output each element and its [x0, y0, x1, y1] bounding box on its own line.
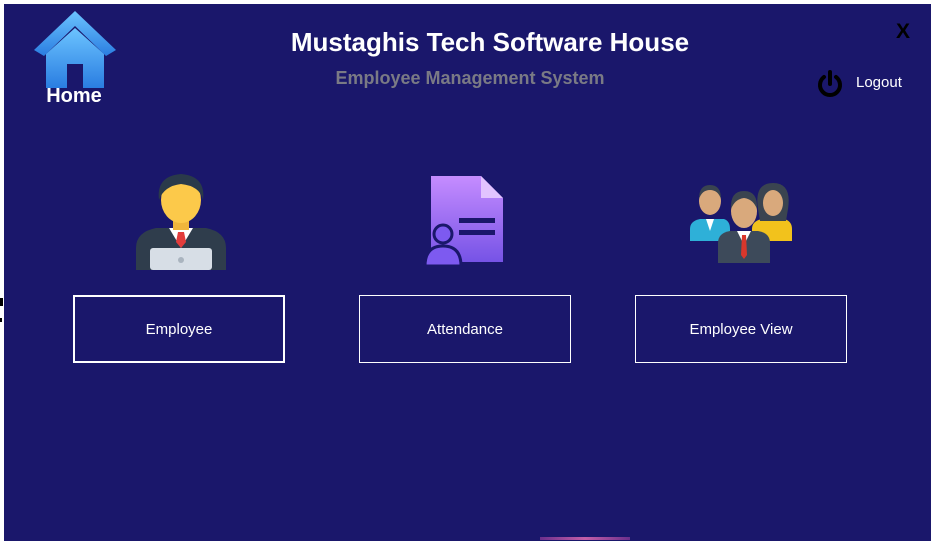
- home-label[interactable]: Home: [34, 85, 114, 108]
- app-window: X Home Mustaghis Tech Software House Emp…: [4, 4, 931, 541]
- attendance-button[interactable]: Attendance: [359, 295, 571, 363]
- power-icon[interactable]: [815, 69, 845, 99]
- app-subtitle: Employee Management System: [335, 68, 605, 88]
- background-fragment: [0, 318, 2, 322]
- employee-view-button[interactable]: Employee View: [635, 295, 847, 363]
- home-icon[interactable]: [31, 8, 119, 90]
- background-fragment: [0, 298, 3, 306]
- team-icon: [690, 183, 792, 263]
- logout-label[interactable]: Logout: [856, 74, 902, 91]
- background-fragment: [540, 537, 630, 540]
- app-title: Mustaghis Tech Software House: [290, 27, 690, 57]
- attendance-icon: [423, 176, 503, 266]
- employee-button[interactable]: Employee: [73, 295, 285, 363]
- close-button[interactable]: X: [893, 21, 913, 42]
- employee-icon: [136, 174, 226, 270]
